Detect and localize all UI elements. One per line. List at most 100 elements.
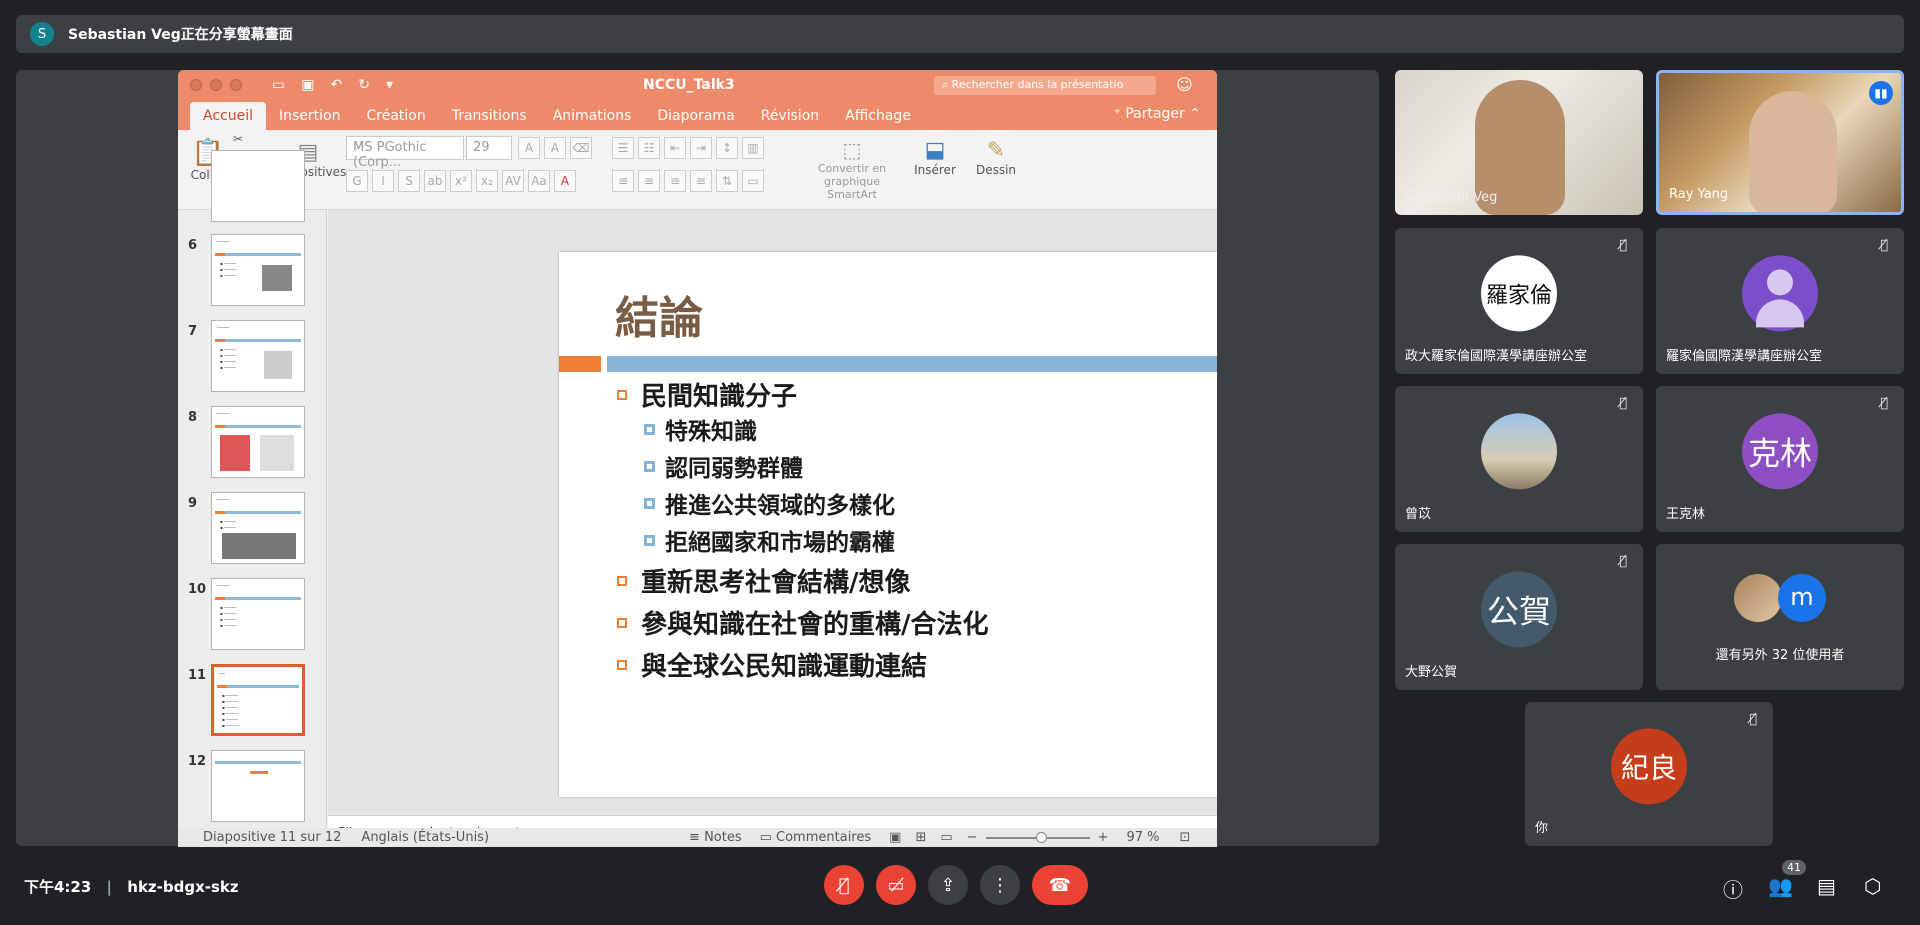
italic-icon[interactable]: I xyxy=(372,170,394,192)
leave-call-button[interactable]: ☎ xyxy=(1032,865,1088,905)
slide-thumbnail[interactable]: ──── ▪ ───── ▪ ───── ▪ ───── ▪ ───── xyxy=(211,320,305,392)
zoom-in-icon[interactable]: + xyxy=(1098,830,1109,845)
change-case-icon[interactable]: Aa xyxy=(528,170,550,192)
thumbnail-row[interactable]: 10 ──── ▪ ───── ▪ ───── ▪ ───── ▪ ───── xyxy=(178,578,327,652)
tab-creation[interactable]: Création xyxy=(353,102,438,130)
share-button[interactable]: ⁺ Partager ⌃ xyxy=(1113,106,1201,122)
sub-bullet-item: 拒絕國家和市場的霸權 xyxy=(644,523,895,557)
sidebar-icon[interactable]: ▭ xyxy=(272,77,285,93)
others-tile[interactable]: m 還有另外 32 位使用者 xyxy=(1656,544,1904,690)
subscript-icon[interactable]: x₂ xyxy=(476,170,498,192)
char-spacing-icon[interactable]: AV xyxy=(502,170,524,192)
zoom-out-icon[interactable]: − xyxy=(967,830,978,845)
people-icon[interactable]: 👥 41 xyxy=(1768,860,1806,898)
strikethrough-icon[interactable]: ab xyxy=(424,170,446,192)
chat-icon[interactable]: ▤ xyxy=(1817,874,1836,898)
align-right-icon[interactable]: ≡ xyxy=(664,170,686,192)
tab-insertion[interactable]: Insertion xyxy=(266,102,353,130)
language-status[interactable]: Anglais (États-Unis) xyxy=(361,830,489,845)
bold-icon[interactable]: G xyxy=(346,170,368,192)
align-text-icon[interactable]: ▭ xyxy=(742,170,764,192)
current-slide[interactable]: 結論 民間知識分子 特殊知識 認同弱勢群體 推進公共領域的多樣化 拒絕國家和市場… xyxy=(559,252,1217,797)
grow-font-icon[interactable]: A xyxy=(518,137,540,159)
participant-tile[interactable]: 🎙̸ 羅家倫國際漢學講座辦公室 xyxy=(1656,228,1904,374)
smartart-button[interactable]: ⬚ Convertir en graphique SmartArt xyxy=(802,138,902,201)
tab-animations[interactable]: Animations xyxy=(540,102,645,130)
self-tile[interactable]: 🎙̸ 紀良 你 xyxy=(1525,702,1773,846)
zoom-level[interactable]: 97 % xyxy=(1126,830,1159,845)
justify-icon[interactable]: ≡ xyxy=(690,170,712,192)
zoom-slider[interactable] xyxy=(985,831,1090,843)
participant-tile[interactable]: 🎙̸ 克林 王克林 xyxy=(1656,386,1904,532)
slide-thumbnail[interactable]: ──── ▪ ───── ▪ ───── xyxy=(211,492,305,564)
presenter-view-icon[interactable]: ▭ xyxy=(940,830,952,845)
columns-icon[interactable]: ▥ xyxy=(742,137,764,159)
numbering-icon[interactable]: ☷ xyxy=(638,137,660,159)
clear-format-icon[interactable]: ⌫ xyxy=(570,137,592,159)
more-options-button[interactable]: ⋮ xyxy=(980,865,1020,905)
participant-tile[interactable]: 🎙̸ 羅家倫 政大羅家倫國際漢學講座辦公室 xyxy=(1395,228,1643,374)
participant-tile-speaking[interactable]: ▮▮ Ray Yang xyxy=(1656,70,1904,215)
present-button[interactable]: ⇪ xyxy=(928,865,968,905)
microphone-off-button[interactable]: 🎙̸ xyxy=(824,865,864,905)
participant-name: 曾苡 xyxy=(1405,507,1432,522)
draw-button[interactable]: ✎ Dessin xyxy=(966,138,1026,177)
zoom-slider-knob[interactable] xyxy=(1035,831,1047,843)
camera-off-button[interactable]: ▭̸ xyxy=(876,865,916,905)
align-center-icon[interactable]: ≡ xyxy=(638,170,660,192)
participant-tile[interactable]: 🎙̸ 曾苡 xyxy=(1395,386,1643,532)
text-direction-icon[interactable]: ⇅ xyxy=(716,170,738,192)
underline-icon[interactable]: S xyxy=(398,170,420,192)
participant-avatar xyxy=(1742,255,1818,332)
close-window-button[interactable] xyxy=(190,79,202,91)
tab-revision[interactable]: Révision xyxy=(748,102,833,130)
slide-thumbnail[interactable]: ──── xyxy=(211,406,305,478)
slide-thumbnail-selected[interactable]: ── ▪ ───── ▪ ───── ▪ ───── ▪ ───── ▪ ───── ▪ ─… xyxy=(211,664,305,736)
thumbnail-row[interactable]: 8 ──── xyxy=(178,406,327,480)
font-color-icon[interactable]: A xyxy=(554,170,576,192)
thumbnail-row[interactable]: 11 ── ▪ ───── ▪ ───── ▪ ───── ▪ ───── ▪ ───── ▪… xyxy=(178,664,327,738)
thumbnail-row[interactable] xyxy=(178,150,327,224)
fit-slide-icon[interactable]: ⊡ xyxy=(1179,830,1190,845)
normal-view-icon[interactable]: ▣ xyxy=(889,830,901,845)
shrink-font-icon[interactable]: A xyxy=(544,137,566,159)
bullets-icon[interactable]: ☰ xyxy=(612,137,634,159)
tab-affichage[interactable]: Affichage xyxy=(832,102,924,130)
zoom-window-button[interactable] xyxy=(230,79,242,91)
insert-button[interactable]: ⬓ Insérer xyxy=(910,138,960,177)
search-placeholder: Rechercher dans la présentatio xyxy=(951,78,1124,91)
redo-icon[interactable]: ↻ xyxy=(358,77,370,93)
participant-tile[interactable]: Sebastian Veg xyxy=(1395,70,1643,215)
thumbnail-row[interactable]: 6 ──── ▪ ───── ▪ ───── ▪ ───── xyxy=(178,234,327,308)
slide-thumbnail[interactable]: ──── ▪ ───── ▪ ───── ▪ ───── xyxy=(211,234,305,306)
slide-thumbnail[interactable] xyxy=(211,150,305,222)
customize-icon[interactable]: ▾ xyxy=(386,77,393,93)
smiley-feedback-icon[interactable]: ☺ xyxy=(1176,75,1193,94)
save-icon[interactable]: ▣ xyxy=(301,77,314,93)
font-size-field[interactable]: 29 xyxy=(466,136,512,160)
activities-icon[interactable]: ⬡ xyxy=(1864,874,1881,898)
align-left-icon[interactable]: ≡ xyxy=(612,170,634,192)
tab-diaporama[interactable]: Diaporama xyxy=(644,102,747,130)
superscript-icon[interactable]: x² xyxy=(450,170,472,192)
thumbnail-row[interactable]: 9 ──── ▪ ───── ▪ ───── xyxy=(178,492,327,566)
tab-transitions[interactable]: Transitions xyxy=(439,102,540,130)
slide-thumbnail[interactable] xyxy=(211,750,305,822)
participant-tile[interactable]: 🎙̸ 公賀 大野公賀 xyxy=(1395,544,1643,690)
minimize-window-button[interactable] xyxy=(210,79,222,91)
font-name-field[interactable]: MS PGothic (Corp... xyxy=(346,136,464,170)
thumbnail-row[interactable]: 12 xyxy=(178,750,327,824)
tab-accueil[interactable]: Accueil xyxy=(190,102,266,130)
decrease-indent-icon[interactable]: ⇤ xyxy=(664,137,686,159)
sorter-view-icon[interactable]: ⊞ xyxy=(915,830,926,845)
meeting-details-icon[interactable]: ⓘ xyxy=(1723,874,1743,903)
line-spacing-icon[interactable]: ↕ xyxy=(716,137,738,159)
thumbnail-row[interactable]: 7 ──── ▪ ───── ▪ ───── ▪ ───── ▪ ───── xyxy=(178,320,327,394)
increase-indent-icon[interactable]: ⇥ xyxy=(690,137,712,159)
undo-icon[interactable]: ↶ xyxy=(330,77,342,93)
notes-toggle[interactable]: ≡ Notes xyxy=(689,830,742,845)
slide-thumbnail[interactable]: ──── ▪ ───── ▪ ───── ▪ ───── ▪ ───── xyxy=(211,578,305,650)
cut-icon[interactable]: ✂ xyxy=(233,132,243,146)
ppt-search-input[interactable]: ⌕ Rechercher dans la présentatio xyxy=(934,76,1156,95)
comments-toggle[interactable]: ▭ Commentaires xyxy=(760,830,872,845)
